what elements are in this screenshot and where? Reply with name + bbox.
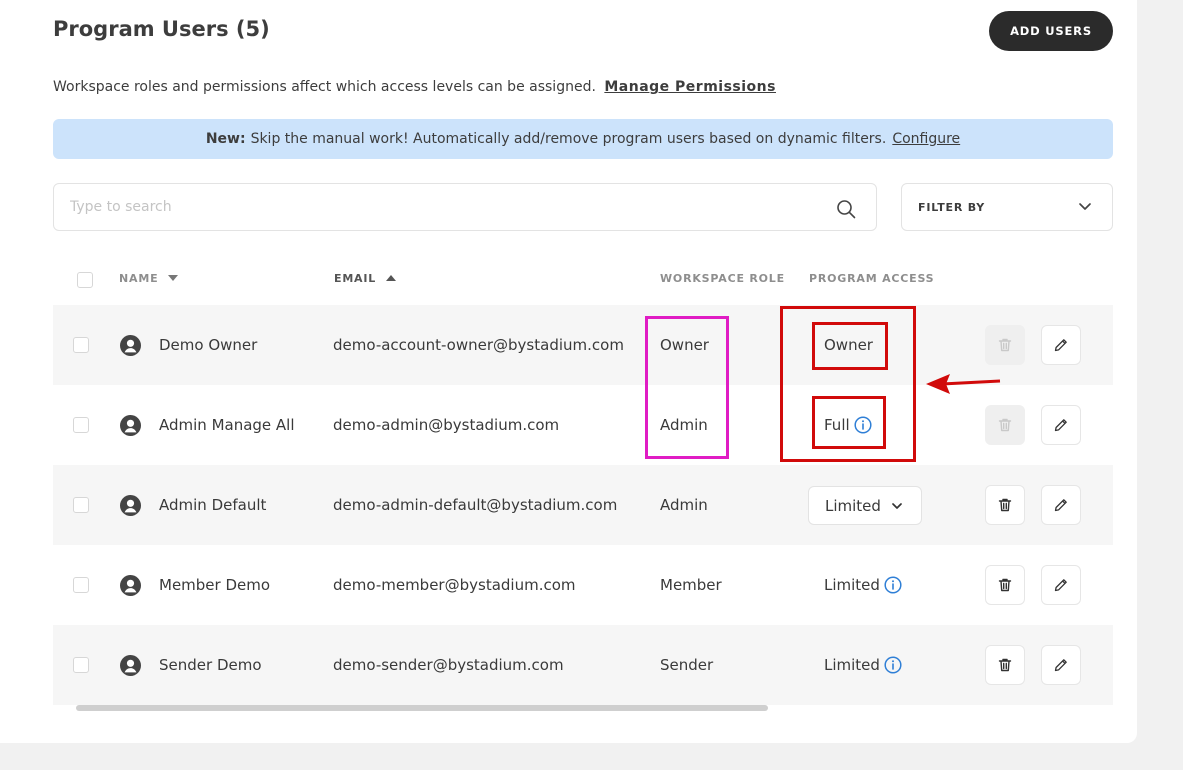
user-email: demo-sender@bystadium.com (333, 656, 564, 674)
sort-asc-icon (386, 275, 397, 281)
add-users-button[interactable]: ADD USERS (989, 11, 1113, 51)
program-users-panel: Program Users (5) ADD USERS Workspace ro… (0, 0, 1137, 743)
banner-new-label: New: (205, 131, 246, 147)
dynamic-filters-banner: New: Skip the manual work! Automatically… (53, 119, 1113, 159)
avatar-icon (120, 655, 141, 676)
user-name: Sender Demo (159, 656, 262, 674)
user-name: Member Demo (159, 576, 271, 594)
info-icon[interactable] (884, 656, 902, 674)
program-access-label: Limited (824, 576, 880, 594)
column-header-name-label: NAME (119, 272, 159, 285)
red-arrow-icon (926, 374, 1001, 394)
pencil-icon (1054, 419, 1067, 432)
edit-user-button[interactable] (1041, 485, 1081, 525)
configure-link[interactable]: Configure (892, 131, 960, 147)
program-access-label: Limited (824, 656, 880, 674)
delete-user-button[interactable] (985, 645, 1025, 685)
avatar-icon (120, 335, 141, 356)
column-header-name[interactable]: NAME (119, 272, 179, 285)
select-all-checkbox[interactable] (77, 272, 93, 288)
search-box (53, 183, 877, 231)
edit-user-button[interactable] (1041, 565, 1081, 605)
manage-permissions-link[interactable]: Manage Permissions (604, 79, 776, 95)
table-row: Admin Default demo-admin-default@bystadi… (53, 465, 1113, 545)
search-icon[interactable] (836, 199, 856, 219)
page-title: Program Users (5) (53, 17, 270, 41)
column-header-email[interactable]: EMAIL (334, 272, 397, 285)
filter-by-label: FILTER BY (918, 200, 986, 214)
pencil-icon (1054, 659, 1067, 672)
permissions-text: Workspace roles and permissions affect w… (53, 79, 596, 95)
sort-desc-icon (168, 275, 179, 281)
avatar-icon (120, 495, 141, 516)
row-checkbox[interactable] (73, 657, 89, 673)
column-header-workspace-role: WORKSPACE ROLE (660, 272, 785, 285)
permissions-note: Workspace roles and permissions affect w… (53, 79, 776, 95)
table-row: Member Demo demo-member@bystadium.com Me… (53, 545, 1113, 625)
pencil-icon (1054, 339, 1067, 352)
program-access: Limited (824, 545, 902, 625)
trash-icon (998, 338, 1012, 352)
banner-text: Skip the manual work! Automatically add/… (250, 131, 887, 147)
delete-user-button[interactable] (985, 405, 1025, 445)
table-row: Admin Manage All demo-admin@bystadium.co… (53, 385, 1113, 465)
program-access: Limited (824, 625, 902, 705)
row-checkbox[interactable] (73, 577, 89, 593)
user-name: Admin Manage All (159, 416, 295, 434)
pencil-icon (1054, 499, 1067, 512)
delete-user-button[interactable] (985, 325, 1025, 365)
edit-user-button[interactable] (1041, 325, 1081, 365)
delete-user-button[interactable] (985, 485, 1025, 525)
column-header-email-label: EMAIL (334, 272, 377, 285)
workspace-role: Sender (660, 656, 714, 674)
user-name: Admin Default (159, 496, 267, 514)
user-email: demo-admin@bystadium.com (333, 416, 560, 434)
chevron-down-icon (1079, 203, 1091, 210)
trash-icon (998, 418, 1012, 432)
program-access-selected: Limited (825, 496, 881, 515)
workspace-role-highlight (645, 316, 729, 459)
search-input[interactable] (70, 184, 810, 230)
chevron-down-icon (892, 503, 902, 509)
trash-icon (998, 498, 1012, 512)
row-checkbox[interactable] (73, 337, 89, 353)
user-email: demo-member@bystadium.com (333, 576, 576, 594)
avatar-icon (120, 575, 141, 596)
user-name: Demo Owner (159, 336, 258, 354)
row-checkbox[interactable] (73, 417, 89, 433)
trash-icon (998, 578, 1012, 592)
edit-user-button[interactable] (1041, 645, 1081, 685)
edit-user-button[interactable] (1041, 405, 1081, 445)
delete-user-button[interactable] (985, 565, 1025, 605)
full-access-highlight (812, 396, 886, 449)
workspace-role: Member (660, 576, 722, 594)
program-access-dropdown[interactable]: Limited (808, 486, 922, 525)
owner-access-highlight (812, 322, 888, 370)
avatar-icon (120, 415, 141, 436)
pencil-icon (1054, 579, 1067, 592)
row-checkbox[interactable] (73, 497, 89, 513)
workspace-role: Admin (660, 496, 708, 514)
user-email: demo-admin-default@bystadium.com (333, 496, 618, 514)
horizontal-scrollbar[interactable] (76, 705, 768, 711)
info-icon[interactable] (884, 576, 902, 594)
trash-icon (998, 658, 1012, 672)
filter-by-dropdown[interactable]: FILTER BY (901, 183, 1113, 231)
column-header-program-access: PROGRAM ACCESS (809, 272, 935, 285)
table-row: Sender Demo demo-sender@bystadium.com Se… (53, 625, 1113, 705)
user-email: demo-account-owner@bystadium.com (333, 336, 624, 354)
